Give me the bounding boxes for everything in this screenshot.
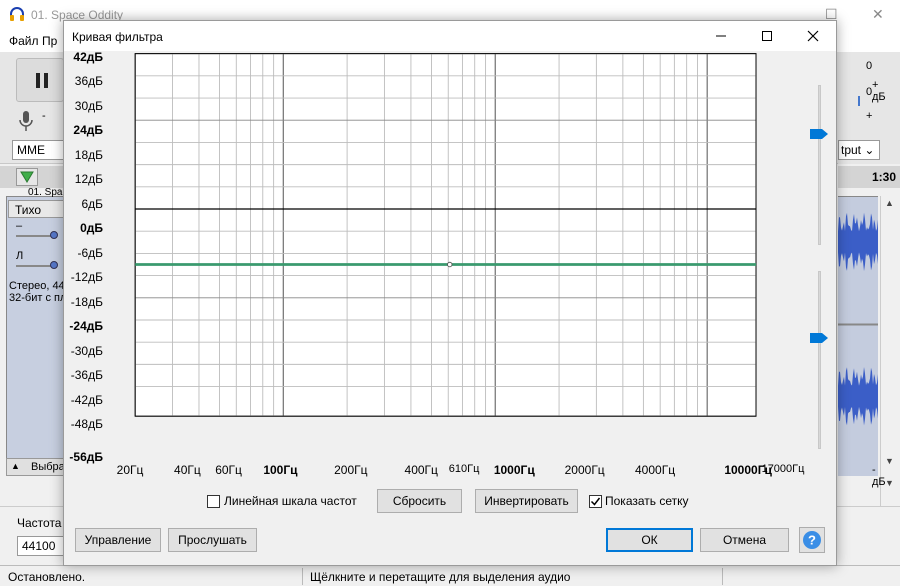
gain-slider-knob[interactable]	[50, 231, 58, 239]
curve-control-point[interactable]	[447, 261, 453, 268]
linear-scale-label: Линейная шкала частот	[224, 494, 357, 508]
menu-edit[interactable]: Пр	[42, 34, 57, 48]
min-db-slider-track[interactable]	[818, 271, 821, 449]
output-device-select[interactable]: tput ⌄	[838, 140, 880, 160]
x-tick-label: 1000Гц	[493, 463, 535, 477]
mute-button[interactable]: Тихо	[8, 200, 64, 218]
status-bar: Остановлено. Щёлкните и перетащите для в…	[0, 565, 900, 586]
track-select-bar[interactable]: ▲ Выбра	[6, 458, 66, 476]
pause-icon	[36, 73, 40, 88]
max-db-slider-track[interactable]	[818, 85, 821, 245]
x-tick-label: 100Гц	[263, 463, 298, 477]
meter-bar	[858, 96, 860, 106]
x-tick-label: 400Гц	[404, 463, 438, 477]
timeline-time-label: 1:30	[872, 170, 897, 184]
x-tick-label: 4000Гц	[635, 463, 676, 477]
status-text: Остановлено.	[8, 570, 86, 584]
status-hint: Щёлкните и перетащите для выделения ауди…	[310, 570, 571, 584]
manage-button[interactable]: Управление	[75, 528, 161, 552]
pan-left-label: Л	[16, 250, 24, 262]
x-tick-label: 2000Гц	[564, 463, 605, 477]
filter-curve-dialog: Кривая фильтра 42дБ 36дБ 30дБ 24дБ 18дБ 12дБ 6…	[63, 20, 886, 566]
db-max-label: + дБ	[872, 79, 886, 103]
min-db-slider-thumb[interactable]	[810, 333, 828, 343]
meter-value: 0	[866, 60, 873, 72]
pause-button[interactable]	[16, 58, 64, 102]
track-name[interactable]: 01. Spac	[28, 187, 67, 198]
help-icon: ?	[803, 531, 821, 549]
track-info: Стерео, 44 32-бит с пл	[9, 280, 67, 304]
show-grid-checkbox[interactable]	[589, 495, 602, 508]
menu-file[interactable]: Файл	[9, 34, 39, 48]
x-tick-label: 40Гц	[174, 463, 201, 477]
mic-gain-minus: -	[42, 110, 46, 122]
headphones-app-icon	[10, 7, 24, 21]
project-rate-label: Частота	[17, 516, 62, 530]
gain-minus-label: –	[16, 220, 23, 232]
filter-curve-plot[interactable]	[64, 21, 810, 447]
project-rate-input[interactable]: 44100	[17, 536, 65, 556]
cancel-button[interactable]: Отмена	[700, 528, 789, 552]
play-triangle-icon	[20, 171, 34, 183]
x-tick-label: 20Гц	[116, 463, 144, 477]
audio-waveform[interactable]	[838, 196, 878, 476]
scroll-down-icon[interactable]: ▼	[885, 456, 894, 466]
select-button[interactable]: Выбра	[31, 461, 65, 473]
preview-button[interactable]: Прослушать	[168, 528, 257, 552]
scroll-down-icon[interactable]: ▼	[885, 478, 894, 488]
plot-background	[134, 53, 757, 417]
close-icon[interactable]: ✕	[872, 6, 884, 23]
db-min-label: - дБ	[872, 464, 886, 488]
microphone-icon	[19, 111, 33, 131]
max-db-slider-thumb[interactable]	[810, 129, 828, 139]
x-tick-label: 200Гц	[334, 463, 368, 477]
x-tick-label: 610Гц	[448, 463, 480, 475]
svg-text:?: ?	[808, 533, 816, 548]
x-tick-label: 60Гц	[215, 463, 242, 477]
help-button[interactable]: ?	[799, 527, 825, 553]
reset-button[interactable]: Сбросить	[377, 489, 462, 513]
scroll-up-icon[interactable]: ▲	[885, 198, 894, 208]
x-tick-label: 17000Гц	[761, 463, 805, 475]
pan-slider-knob[interactable]	[50, 261, 58, 269]
show-grid-label: Показать сетку	[605, 494, 689, 508]
collapse-arrow-icon[interactable]: ▲	[11, 461, 20, 471]
invert-button[interactable]: Инвертировать	[475, 489, 578, 513]
meter-plus: +	[866, 110, 873, 122]
track-control-panel	[6, 196, 66, 474]
linear-scale-checkbox[interactable]	[207, 495, 220, 508]
y-tick-label: -56дБ	[69, 450, 103, 464]
checkmark-icon	[590, 497, 601, 506]
play-at-speed-button[interactable]	[16, 168, 38, 186]
ok-button[interactable]: ОК	[606, 528, 693, 552]
vertical-scrollbar[interactable]: ▲ ▼ ▼	[880, 196, 898, 506]
